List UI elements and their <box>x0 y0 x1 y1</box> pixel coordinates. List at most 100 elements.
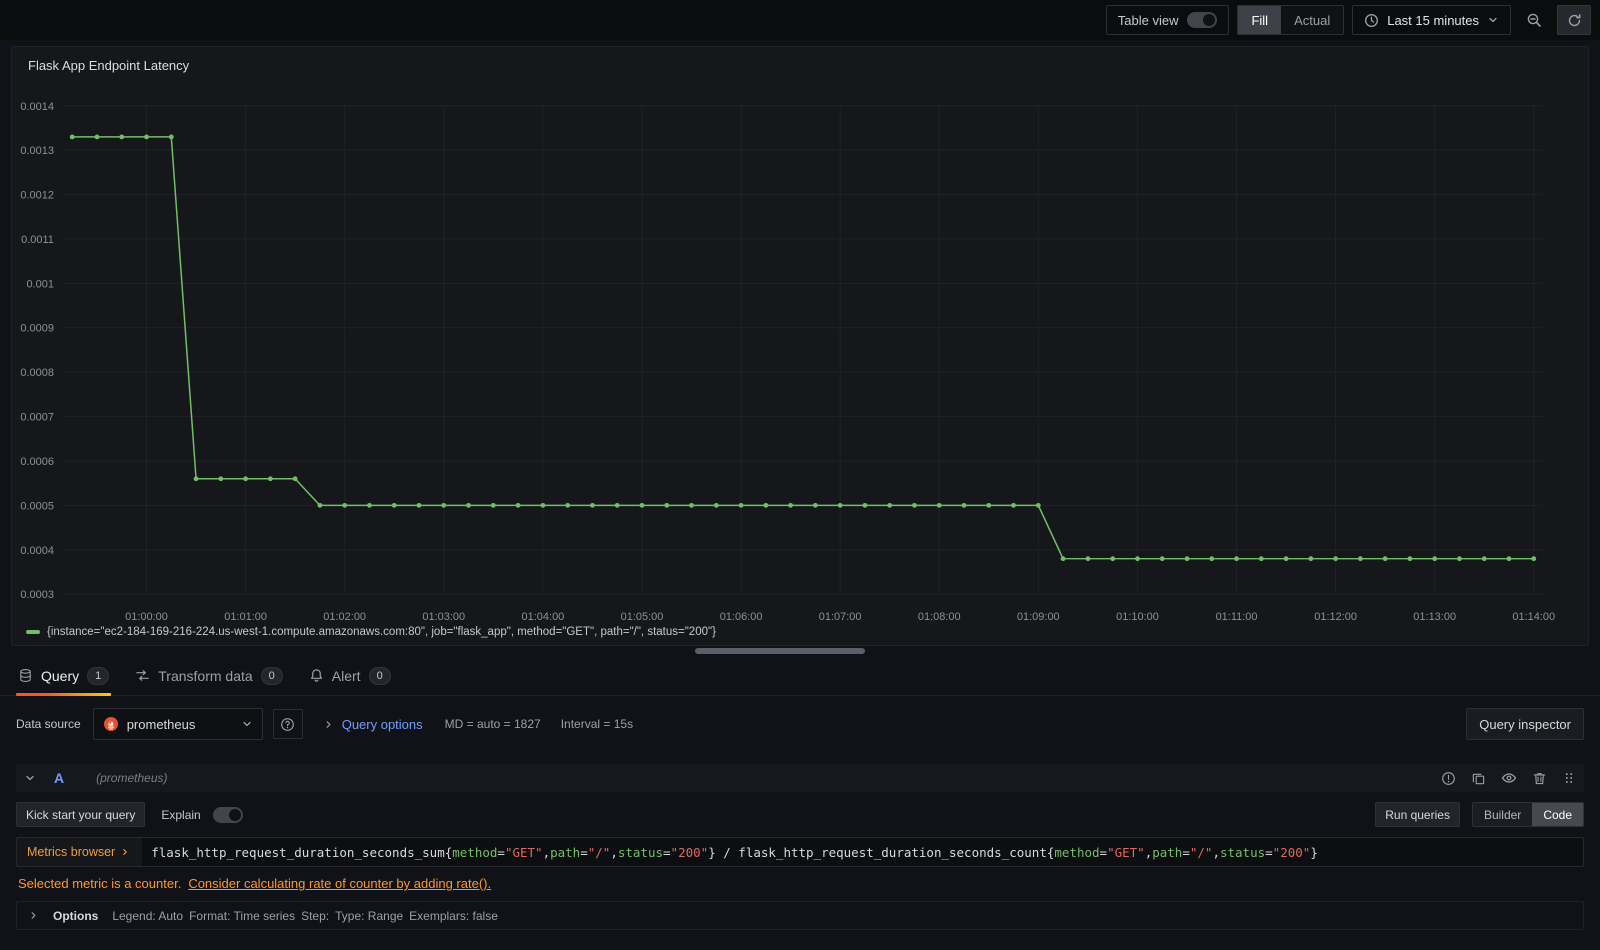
options-summary: Legend: Auto Format: Time series Step: Type… <box>112 908 498 923</box>
datasource-picker[interactable]: prometheus <box>92 708 263 740</box>
datasource-help-button[interactable] <box>272 709 303 739</box>
counter-warning-row: Selected metric is a counter. Consider c… <box>16 876 1584 891</box>
svg-text:0.0014: 0.0014 <box>20 101 54 113</box>
help-circle-icon <box>280 717 295 732</box>
metrics-browser-label: Metrics browser <box>27 845 116 859</box>
query-row-actions <box>1441 770 1576 786</box>
svg-text:0.001: 0.001 <box>26 278 53 290</box>
legend-label: {instance="ec2-184-169-216-224.us-west-1… <box>47 626 716 638</box>
svg-text:01:00:00: 01:00:00 <box>125 611 168 623</box>
query-row-header[interactable]: A (prometheus) <box>16 764 1584 792</box>
chevron-right-icon <box>323 719 334 730</box>
prometheus-logo-icon <box>103 716 119 732</box>
tab-transform-label: Transform data <box>158 667 253 684</box>
database-icon <box>18 668 33 683</box>
query-inspector-button[interactable]: Query inspector <box>1466 708 1584 740</box>
svg-text:01:06:00: 01:06:00 <box>720 611 763 623</box>
scroll-area <box>0 646 1600 656</box>
fill-option[interactable]: Fill <box>1238 6 1282 34</box>
svg-text:0.0004: 0.0004 <box>20 545 54 557</box>
svg-text:0.0007: 0.0007 <box>20 412 54 424</box>
code-option[interactable]: Code <box>1532 803 1583 826</box>
run-queries-button[interactable]: Run queries <box>1375 802 1460 827</box>
tab-query[interactable]: Query 1 <box>8 656 119 696</box>
table-view-toggle[interactable] <box>1187 12 1218 28</box>
svg-text:01:04:00: 01:04:00 <box>522 611 565 623</box>
warning-text: Selected metric is a counter. <box>18 876 182 891</box>
kick-start-query-button[interactable]: Kick start your query <box>16 802 146 827</box>
collapse-chevron-icon <box>24 772 36 784</box>
promql-expression: flask_http_request_duration_seconds_sum{… <box>151 844 1318 860</box>
promql-editor-row: Metrics browser flask_http_request_durat… <box>16 837 1584 867</box>
svg-text:01:10:00: 01:10:00 <box>1116 611 1159 623</box>
hide-response-eye-icon[interactable] <box>1501 770 1517 786</box>
time-range-label: Last 15 minutes <box>1387 12 1479 28</box>
svg-text:0.0012: 0.0012 <box>20 190 54 202</box>
metrics-browser-button[interactable]: Metrics browser <box>17 838 142 866</box>
svg-text:01:07:00: 01:07:00 <box>819 611 862 623</box>
svg-text:01:02:00: 01:02:00 <box>323 611 366 623</box>
transform-count-badge: 0 <box>260 666 283 685</box>
fill-actual-group: Fill Actual <box>1237 5 1345 35</box>
panel-title: Flask App Endpoint Latency <box>28 58 190 73</box>
series-color-swatch <box>26 630 40 634</box>
refresh-button[interactable] <box>1557 5 1591 35</box>
explain-toggle[interactable] <box>212 806 243 823</box>
chevron-down-icon <box>1487 14 1499 26</box>
time-range-picker[interactable]: Last 15 minutes <box>1352 5 1511 35</box>
zoom-out-icon <box>1526 12 1542 28</box>
options-label: Options <box>53 908 99 923</box>
drag-handle-icon[interactable] <box>1562 771 1576 785</box>
svg-text:0.0006: 0.0006 <box>20 456 54 468</box>
svg-text:0.0011: 0.0011 <box>21 234 54 246</box>
svg-text:01:12:00: 01:12:00 <box>1314 611 1357 623</box>
svg-text:0.0005: 0.0005 <box>20 500 54 512</box>
promql-expression-input[interactable]: flask_http_request_duration_seconds_sum{… <box>142 838 1583 866</box>
duplicate-query-icon[interactable] <box>1471 771 1486 786</box>
max-data-points-summary: MD = auto = 1827 <box>444 717 541 731</box>
latency-chart[interactable]: 0.0003 0.0004 0.0005 0.0006 0.0007 0.0008 0.00… <box>12 47 1588 645</box>
svg-text:0.0003: 0.0003 <box>20 589 54 601</box>
svg-text:01:01:00: 01:01:00 <box>224 611 267 623</box>
refresh-icon <box>1567 13 1582 28</box>
transform-icon <box>135 668 150 683</box>
svg-text:01:09:00: 01:09:00 <box>1017 611 1060 623</box>
table-view-label: Table view <box>1117 12 1179 28</box>
delete-query-trash-icon[interactable] <box>1532 771 1547 786</box>
explain-label: Explain <box>161 807 201 822</box>
chevron-right-icon <box>120 847 130 857</box>
add-rate-link[interactable]: Consider calculating rate of counter by … <box>188 876 491 891</box>
legend-item[interactable]: {instance="ec2-184-169-216-224.us-west-1… <box>26 626 716 638</box>
bell-icon <box>309 668 324 683</box>
datasource-label: Data source <box>16 717 81 731</box>
tab-alert-label: Alert <box>331 667 361 684</box>
editor-tabs: Query 1 Transform data 0 Alert 0 <box>0 656 1600 696</box>
query-ref-id: A <box>54 770 65 786</box>
alert-count-badge: 0 <box>368 666 391 685</box>
zoom-out-button[interactable] <box>1519 5 1549 35</box>
query-options-collapsed-row[interactable]: Options Legend: Auto Format: Time series S… <box>16 901 1584 930</box>
query-editor-section: A (prometheus) Kick start your query Exp… <box>16 764 1584 930</box>
horizontal-scrollbar[interactable] <box>695 648 865 654</box>
query-count-badge: 1 <box>87 666 110 685</box>
tab-alert[interactable]: Alert 0 <box>299 656 401 696</box>
query-options-summary: MD = auto = 1827 Interval = 15s <box>445 717 633 731</box>
svg-text:01:08:00: 01:08:00 <box>918 611 961 623</box>
datasource-row: Data source prometheus Query options MD … <box>0 696 1600 752</box>
clock-icon <box>1364 13 1379 28</box>
chevron-right-icon <box>28 910 39 921</box>
tab-transform-data[interactable]: Transform data 0 <box>125 656 293 696</box>
tab-query-label: Query <box>41 667 80 684</box>
actual-option[interactable]: Actual <box>1281 6 1343 34</box>
chevron-down-icon <box>241 718 253 730</box>
table-view-control[interactable]: Table view <box>1105 5 1230 35</box>
query-help-icon[interactable] <box>1441 771 1456 786</box>
svg-text:0.0008: 0.0008 <box>20 367 54 379</box>
datasource-name: prometheus <box>126 716 196 732</box>
svg-text:01:03:00: 01:03:00 <box>422 611 465 623</box>
svg-text:0.0013: 0.0013 <box>20 145 54 157</box>
time-series-panel: Flask App Endpoint Latency 0.0003 0.0004 0… <box>11 46 1589 646</box>
builder-option[interactable]: Builder <box>1473 803 1532 826</box>
query-options-toggle[interactable]: Query options <box>323 717 423 732</box>
query-options-label: Query options <box>341 716 423 732</box>
